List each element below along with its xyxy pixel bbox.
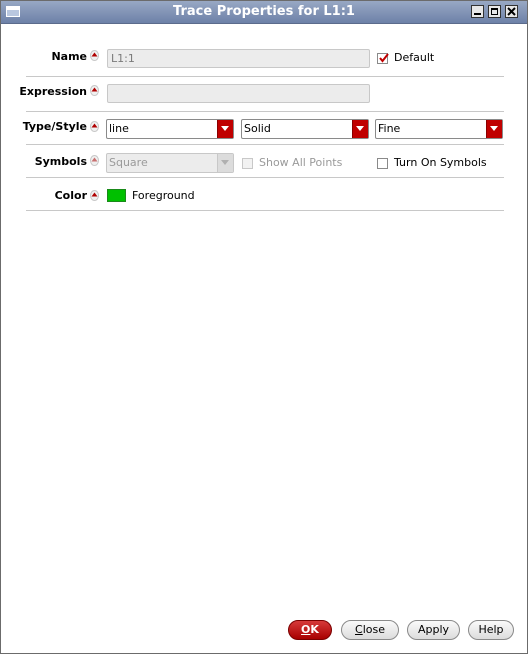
style-select[interactable]: Solid [241, 119, 369, 139]
type-select[interactable]: line [106, 119, 234, 139]
width-select-value: Fine [378, 122, 401, 135]
turn-on-symbols-checkbox[interactable] [377, 158, 388, 169]
color-value[interactable]: Foreground [132, 189, 195, 202]
chevron-down-icon[interactable] [352, 120, 368, 138]
help-button-label: Help [478, 623, 504, 636]
symbol-select-value: Square [109, 156, 148, 169]
chevron-down-icon[interactable] [217, 120, 233, 138]
type-style-label: Type/Style [22, 120, 87, 133]
checkmark-icon [379, 53, 389, 63]
default-checkbox[interactable] [377, 53, 389, 64]
name-required-icon [90, 50, 99, 61]
name-label: Name [51, 50, 87, 63]
separator [26, 76, 504, 77]
ok-button[interactable]: OK [288, 620, 332, 640]
style-select-value: Solid [244, 122, 271, 135]
symbols-required-icon [90, 155, 99, 166]
close-window-button[interactable] [505, 5, 518, 18]
expression-label: Expression [19, 85, 87, 98]
apply-button[interactable]: Apply [407, 620, 460, 640]
expression-required-icon [90, 85, 99, 96]
color-label: Color [54, 189, 87, 202]
maximize-button[interactable] [488, 5, 501, 18]
close-button[interactable]: Close [341, 620, 399, 640]
show-all-points-checkbox[interactable] [242, 158, 253, 169]
turn-on-symbols-label: Turn On Symbols [394, 156, 487, 169]
help-button[interactable]: Help [468, 620, 514, 640]
width-select[interactable]: Fine [375, 119, 503, 139]
minimize-button[interactable] [471, 5, 484, 18]
symbol-select[interactable]: Square [106, 153, 234, 173]
separator [26, 210, 504, 211]
name-input[interactable]: L1:1 [107, 49, 370, 68]
apply-button-label: Apply [417, 623, 450, 636]
close-button-label: Close [355, 623, 385, 636]
chevron-down-icon[interactable] [486, 120, 502, 138]
separator [26, 111, 504, 112]
separator [26, 144, 504, 145]
symbols-label: Symbols [34, 155, 87, 168]
ok-button-label: OK [301, 623, 319, 636]
expression-input[interactable] [107, 84, 370, 103]
window-title: Trace Properties for L1:1 [173, 4, 355, 19]
title-bar[interactable]: Trace Properties for L1:1 [1, 1, 527, 24]
type-style-required-icon [90, 121, 99, 132]
close-icon [507, 7, 516, 16]
chevron-down-icon[interactable] [217, 154, 233, 172]
show-all-points-label: Show All Points [259, 156, 343, 169]
color-swatch[interactable] [107, 189, 126, 202]
separator [26, 177, 504, 178]
color-required-icon [90, 190, 99, 201]
trace-properties-dialog: Trace Properties for L1:1 Name L1:1 Defa… [0, 0, 528, 654]
type-select-value: line [109, 122, 129, 135]
default-label: Default [394, 51, 435, 64]
